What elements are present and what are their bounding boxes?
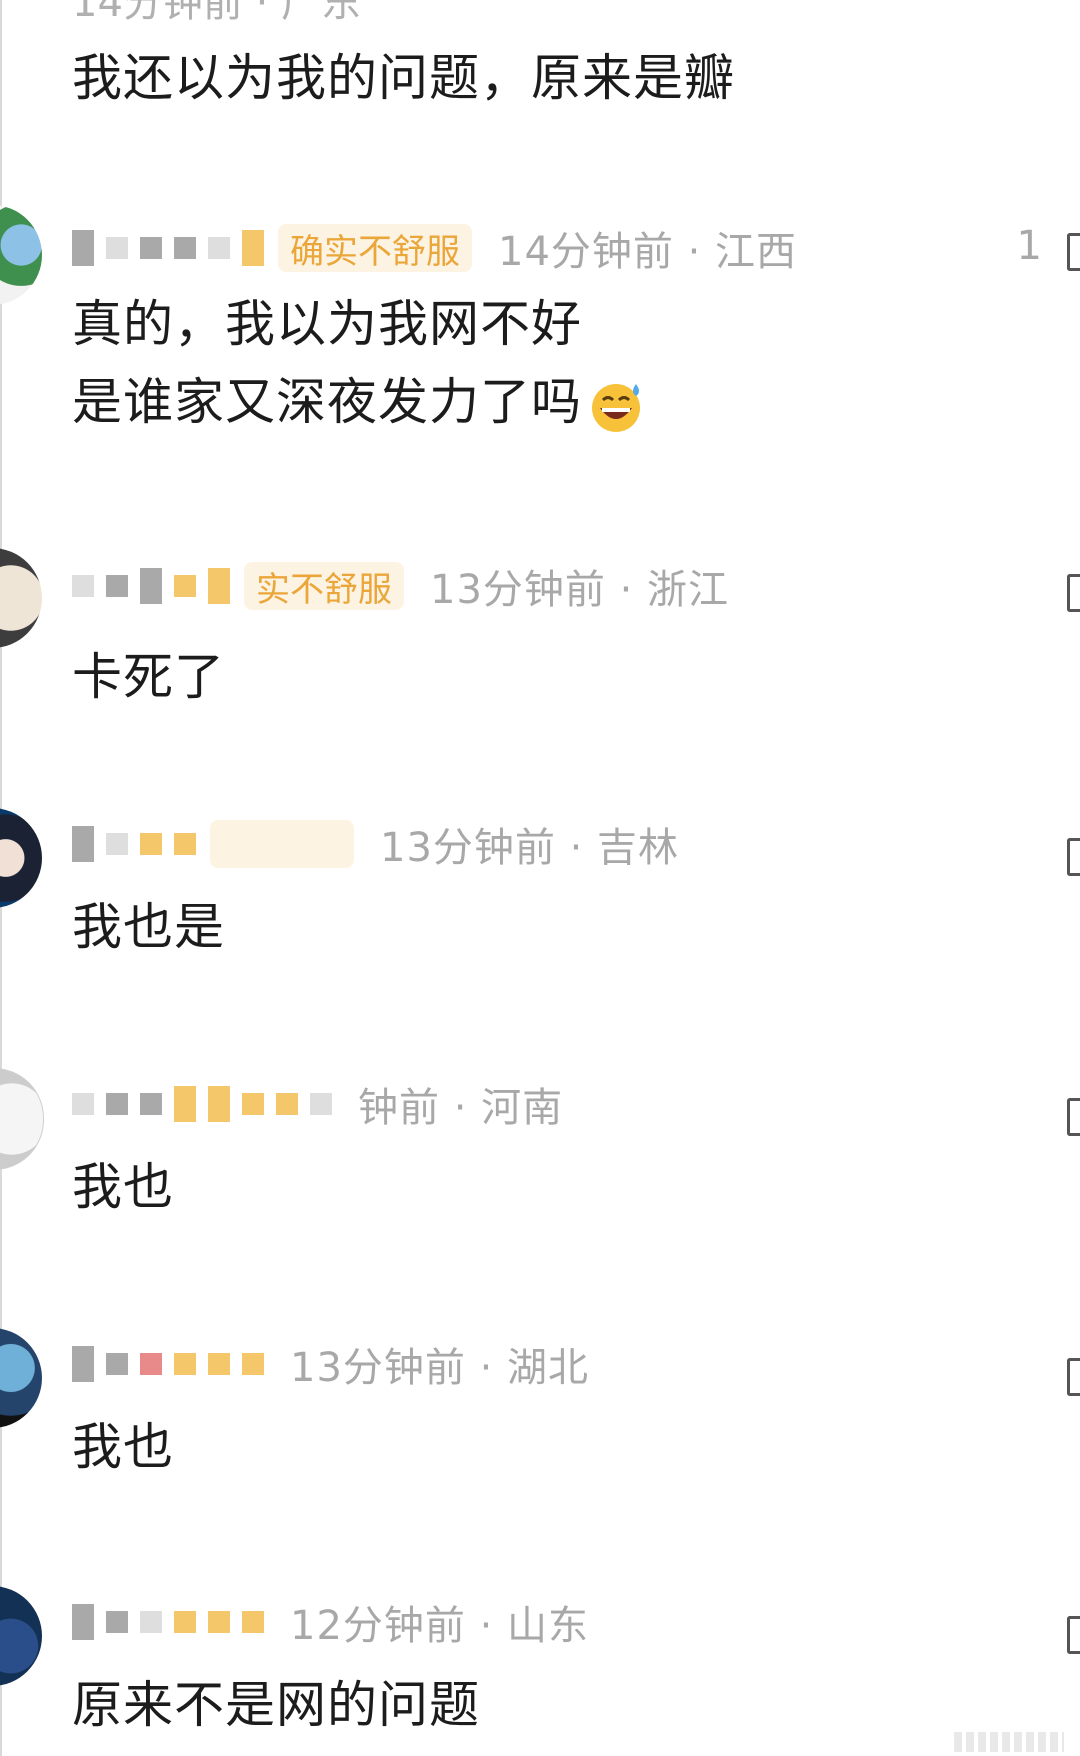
fan-badge <box>210 820 354 868</box>
like-icon[interactable] <box>1067 233 1080 271</box>
username-blurred[interactable] <box>72 1086 332 1122</box>
comment-line: 卡死了 <box>72 648 225 706</box>
comment-text: 我也 <box>72 1408 174 1486</box>
comment-meta: 实不舒服 13分钟前 · 浙江 <box>72 558 729 614</box>
avatar[interactable] <box>0 548 42 648</box>
avatar[interactable] <box>0 1068 44 1170</box>
comment-line: 是谁家又深夜发力了吗 <box>72 373 582 431</box>
comment-line-with-emoji: 是谁家又深夜发力了吗 <box>72 363 646 441</box>
comment-text: 我也 <box>72 1148 174 1226</box>
comment-line: 我也 <box>72 1418 174 1476</box>
comment-line: 原来不是网的问题 <box>72 1676 480 1734</box>
comment-feed: 14分钟前 · 广东 我还以为我的问题，原来是瓣 确实不舒服 14分钟前 · 江… <box>0 0 1080 1756</box>
like-count: 1 <box>1016 223 1042 269</box>
comment-line: 我也 <box>72 1158 174 1216</box>
avatar[interactable] <box>0 1586 42 1686</box>
comment-meta: 12分钟前 · 山东 <box>72 1594 589 1650</box>
fan-badge: 实不舒服 <box>244 562 404 610</box>
username-blurred[interactable] <box>72 230 264 266</box>
comment-time-location: 钟前 · 河南 <box>358 1085 564 1131</box>
fan-badge: 确实不舒服 <box>278 224 472 272</box>
watermark <box>954 1732 1064 1752</box>
comment-text: 真的，我以为我网不好 是谁家又深夜发力了吗 <box>72 285 646 441</box>
like-icon[interactable] <box>1067 1616 1080 1654</box>
comment-time-location: 13分钟前 · 浙江 <box>430 567 730 613</box>
comment-text: 我还以为我的问题，原来是瓣 <box>72 49 735 107</box>
like-icon[interactable] <box>1067 1358 1080 1396</box>
comment-meta: 钟前 · 河南 <box>72 1076 563 1132</box>
comment-line: 真的，我以为我网不好 <box>72 295 582 353</box>
username-blurred[interactable] <box>72 568 230 604</box>
like-icon[interactable] <box>1067 838 1080 876</box>
comment-meta: 13分钟前 · 湖北 <box>72 1336 589 1392</box>
avatar[interactable] <box>0 205 42 305</box>
comment-time-location: 13分钟前 · 湖北 <box>290 1345 590 1391</box>
comment-text: 我也是 <box>72 888 225 966</box>
username-blurred[interactable] <box>72 826 196 862</box>
username-blurred[interactable] <box>72 1346 264 1382</box>
comment-time-location: 14分钟前 · 江西 <box>498 229 798 275</box>
sweat-smile-emoji-icon <box>592 383 640 432</box>
like-icon[interactable] <box>1067 574 1080 612</box>
comment-line: 我也是 <box>72 898 225 956</box>
comment-meta: 确实不舒服 14分钟前 · 江西 <box>72 220 797 276</box>
comment-time-location: 12分钟前 · 山东 <box>290 1603 590 1649</box>
comment-text: 卡死了 <box>72 638 225 716</box>
comment-meta: 13分钟前 · 吉林 <box>72 816 679 872</box>
avatar[interactable] <box>0 808 42 908</box>
comment-time-location: 13分钟前 · 吉林 <box>380 825 680 871</box>
avatar[interactable] <box>0 1328 42 1428</box>
comment-meta-partial: 14分钟前 · 广东 <box>72 0 362 26</box>
comment-text: 原来不是网的问题 <box>72 1666 480 1744</box>
like-icon[interactable] <box>1067 1098 1080 1136</box>
username-blurred[interactable] <box>72 1604 264 1640</box>
